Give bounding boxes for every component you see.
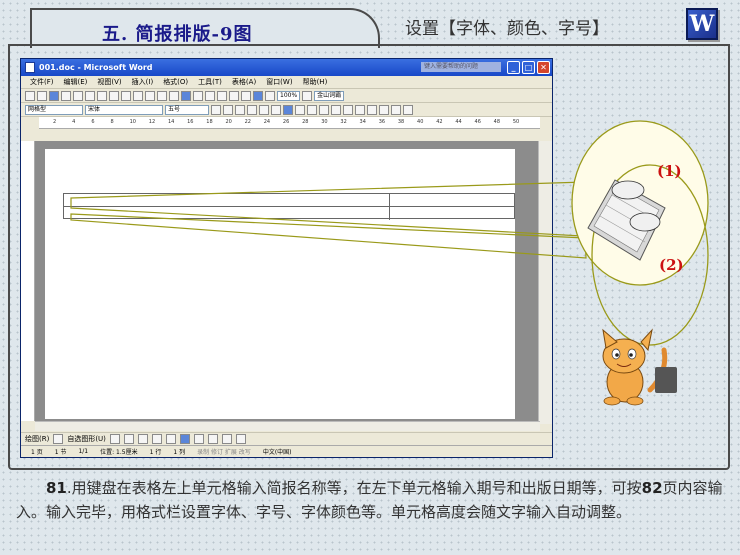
callout-beam-1: [70, 181, 586, 237]
caption-page-ref: 82: [641, 479, 663, 497]
caption-text-a: .用键盘在表格左上单元格输入简报名称等，在左下单元格输入期号和出版日期等，可按: [66, 479, 642, 497]
callout-label-2: (2): [659, 256, 684, 274]
callout-label-1: (1): [657, 162, 682, 180]
caption-paragraph: 81.用键盘在表格左上单元格输入简报名称等，在左下单元格输入期号和出版日期等，可…: [16, 476, 728, 524]
callout-overlay: (1) (2): [70, 120, 709, 406]
caption-number: 81: [46, 479, 67, 497]
callout-beam-2: [70, 213, 587, 259]
